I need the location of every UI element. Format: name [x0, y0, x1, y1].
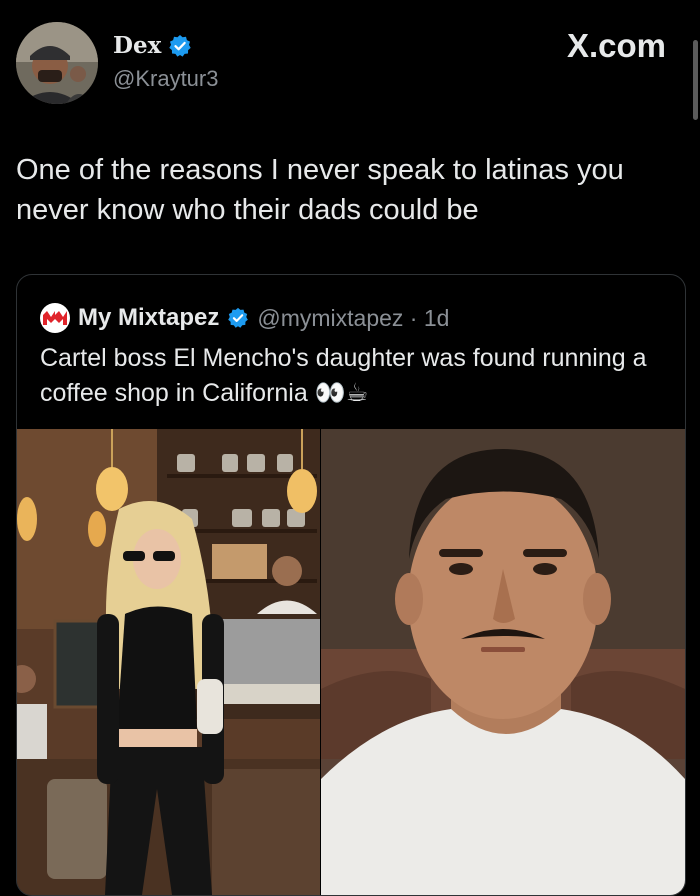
author-name-row: Dex — [113, 32, 192, 59]
author-name[interactable]: Dex — [113, 32, 161, 59]
author-avatar[interactable] — [16, 22, 98, 104]
man-with-cap-avatar-icon — [16, 22, 98, 104]
quoted-media[interactable] — [17, 429, 685, 895]
quoted-account-name[interactable]: My Mixtapez — [78, 304, 219, 332]
quoted-tweet-card[interactable]: My Mixtapez @mymixtapez · 1d Cartel boss… — [16, 274, 686, 896]
woman-in-coffee-shop-photo-icon[interactable] — [17, 429, 320, 895]
verified-badge-icon — [169, 34, 191, 57]
scrollbar[interactable] — [693, 40, 698, 120]
quoted-text: Cartel boss El Mencho's daughter was fou… — [40, 344, 647, 407]
tweet-text: One of the reasons I never speak to lati… — [16, 154, 624, 226]
mymixtapez-logo-icon — [40, 303, 70, 333]
author-handle[interactable]: @Kraytur3 — [113, 66, 218, 92]
quoted-header: My Mixtapez @mymixtapez · 1d — [40, 303, 449, 333]
site-label: X.com — [566, 27, 666, 64]
quoted-handle-time[interactable]: @mymixtapez · 1d — [257, 305, 449, 332]
man-mugshot-photo-icon[interactable] — [321, 429, 685, 895]
verified-badge-icon — [228, 307, 249, 328]
